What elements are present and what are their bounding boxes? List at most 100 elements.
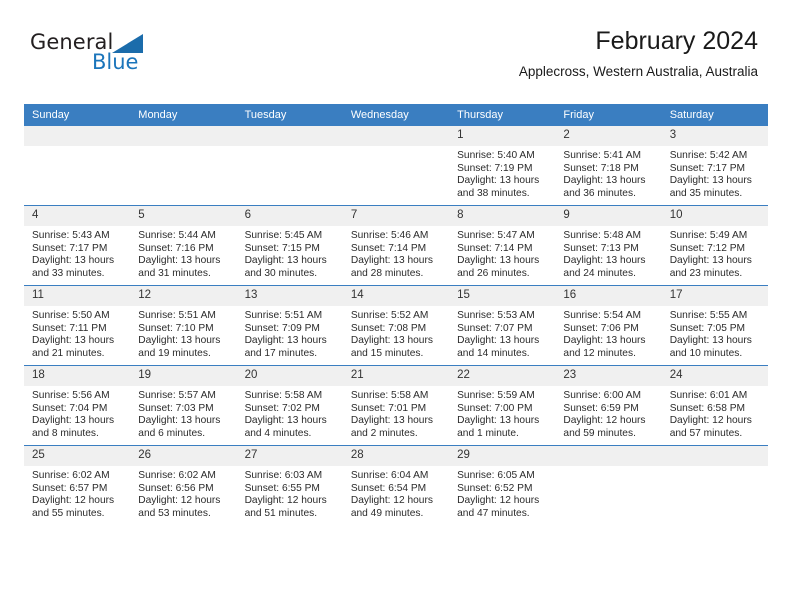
day-number (342, 126, 450, 146)
day-info-line: Daylight: 13 hours and 10 minutes. (669, 335, 752, 359)
calendar-day-cell[interactable]: 21 Sunrise: 5:58 AM Sunset: 7:01 PM Dayligh… (342, 365, 450, 446)
day-info-line: Sunrise: 5:56 AM (32, 390, 110, 401)
calendar-day-cell[interactable]: 7 Sunrise: 5:46 AM Sunset: 7:14 PM Daylight… (342, 205, 450, 286)
day-info-line: Sunrise: 5:50 AM (32, 310, 110, 321)
day-number: 23 (555, 366, 662, 386)
calendar-day-cell[interactable]: 20 Sunrise: 5:58 AM Sunset: 7:02 PM Dayligh… (236, 365, 343, 446)
general-blue-logo[interactable]: General Blue (30, 30, 210, 86)
calendar-day-cell[interactable]: 11 Sunrise: 5:50 AM Sunset: 7:11 PM Dayligh… (24, 285, 131, 366)
day-info-line: Daylight: 13 hours and 24 minutes. (563, 255, 646, 279)
title-block: February 2024 Applecross, Western Austra… (519, 26, 758, 80)
calendar-day-cell[interactable]: 17 Sunrise: 5:55 AM Sunset: 7:05 PM Dayligh… (661, 285, 768, 366)
calendar-week-row: 1 Sunrise: 5:40 AM Sunset: 7:19 PM Daylight… (24, 126, 768, 206)
day-number: 15 (449, 286, 556, 306)
calendar-day-cell[interactable]: 12 Sunrise: 5:51 AM Sunset: 7:10 PM Dayligh… (130, 285, 237, 366)
day-info-line: Daylight: 13 hours and 35 minutes. (669, 175, 752, 199)
calendar-day-cell[interactable]: 27 Sunrise: 6:03 AM Sunset: 6:55 PM Dayligh… (236, 445, 343, 525)
day-number: 9 (555, 206, 662, 226)
calendar-day-cell[interactable]: 22 Sunrise: 5:59 AM Sunset: 7:00 PM Dayligh… (449, 365, 556, 446)
calendar-day-cell[interactable]: 6 Sunrise: 5:45 AM Sunset: 7:15 PM Daylight… (236, 205, 343, 286)
day-info-line: Daylight: 12 hours and 47 minutes. (457, 495, 540, 519)
day-sun-info: Sunrise: 5:43 AM Sunset: 7:17 PM Daylight:… (24, 226, 130, 280)
day-number: 13 (236, 286, 343, 306)
calendar-day-cell[interactable]: 25 Sunrise: 6:02 AM Sunset: 6:57 PM Dayligh… (24, 445, 131, 525)
calendar-day-cell[interactable]: 3 Sunrise: 5:42 AM Sunset: 7:17 PM Daylight… (661, 126, 768, 206)
day-number (661, 446, 768, 466)
day-info-line: Sunset: 6:58 PM (669, 402, 746, 414)
day-sun-info (662, 466, 768, 470)
day-cell-inner: 11 Sunrise: 5:50 AM Sunset: 7:11 PM Dayligh… (24, 286, 131, 365)
calendar-day-cell[interactable]: 2 Sunrise: 5:41 AM Sunset: 7:18 PM Daylight… (555, 126, 662, 206)
day-info-line: Sunrise: 5:49 AM (669, 230, 748, 241)
day-info-line: Sunrise: 5:57 AM (138, 390, 216, 401)
day-info-line: Daylight: 13 hours and 21 minutes. (32, 335, 115, 359)
calendar-page: General Blue February 2024 Applecross, W… (0, 0, 792, 612)
day-cell-inner: 3 Sunrise: 5:42 AM Sunset: 7:17 PM Daylight… (661, 126, 768, 205)
day-cell-inner (130, 126, 237, 205)
day-number: 7 (342, 206, 450, 226)
calendar-day-cell[interactable]: 8 Sunrise: 5:47 AM Sunset: 7:14 PM Daylight… (449, 205, 556, 286)
calendar-day-cell[interactable]: 13 Sunrise: 5:51 AM Sunset: 7:09 PM Dayligh… (236, 285, 343, 366)
calendar-day-cell[interactable]: 9 Sunrise: 5:48 AM Sunset: 7:13 PM Daylight… (555, 205, 662, 286)
calendar-header-row: Sunday Monday Tuesday Wednesday Thursday… (24, 104, 768, 126)
day-number: 24 (661, 366, 768, 386)
day-info-line: Sunset: 6:56 PM (138, 482, 214, 494)
day-info-line: Daylight: 12 hours and 49 minutes. (350, 495, 433, 519)
day-number: 25 (24, 446, 131, 466)
day-sun-info: Sunrise: 5:41 AM Sunset: 7:18 PM Daylight:… (555, 146, 661, 200)
day-info-line: Sunset: 6:59 PM (563, 402, 639, 414)
logo-text-blue: Blue (92, 50, 139, 74)
day-cell-inner (661, 446, 768, 525)
calendar-day-cell[interactable]: 24 Sunrise: 6:01 AM Sunset: 6:58 PM Dayligh… (661, 365, 768, 446)
day-sun-info: Sunrise: 5:58 AM Sunset: 7:01 PM Daylight:… (343, 386, 449, 440)
day-info-line: Sunset: 7:00 PM (457, 402, 533, 414)
calendar-day-cell[interactable]: 28 Sunrise: 6:04 AM Sunset: 6:54 PM Dayligh… (342, 445, 450, 525)
calendar-empty-cell (555, 445, 662, 525)
calendar-day-cell[interactable]: 5 Sunrise: 5:44 AM Sunset: 7:16 PM Daylight… (130, 205, 237, 286)
weekday-header-wednesday: Wednesday (342, 104, 450, 126)
calendar-day-cell[interactable]: 19 Sunrise: 5:57 AM Sunset: 7:03 PM Dayligh… (130, 365, 237, 446)
day-number: 12 (130, 286, 237, 306)
day-info-line: Sunrise: 5:44 AM (138, 230, 216, 241)
calendar-day-cell[interactable]: 29 Sunrise: 6:05 AM Sunset: 6:52 PM Dayligh… (449, 445, 556, 525)
calendar-empty-cell (24, 126, 131, 206)
day-info-line: Daylight: 13 hours and 1 minute. (457, 415, 540, 439)
day-info-line: Daylight: 13 hours and 19 minutes. (138, 335, 221, 359)
day-info-line: Sunset: 7:17 PM (669, 162, 746, 174)
calendar-day-cell[interactable]: 4 Sunrise: 5:43 AM Sunset: 7:17 PM Daylight… (24, 205, 131, 286)
calendar-day-cell[interactable]: 10 Sunrise: 5:49 AM Sunset: 7:12 PM Dayligh… (661, 205, 768, 286)
day-info-line: Sunrise: 6:00 AM (563, 390, 641, 401)
page-subtitle: Applecross, Western Australia, Australia (518, 64, 758, 79)
day-cell-inner: 8 Sunrise: 5:47 AM Sunset: 7:14 PM Daylight… (449, 206, 556, 285)
weekday-header-sunday: Sunday (24, 104, 131, 126)
day-info-line: Daylight: 12 hours and 59 minutes. (563, 415, 646, 439)
day-number (555, 446, 662, 466)
day-cell-inner: 21 Sunrise: 5:58 AM Sunset: 7:01 PM Dayligh… (342, 366, 450, 445)
day-cell-inner: 25 Sunrise: 6:02 AM Sunset: 6:57 PM Dayligh… (24, 446, 131, 525)
day-sun-info (343, 146, 449, 150)
calendar-week-row: 25 Sunrise: 6:02 AM Sunset: 6:57 PM Dayligh… (24, 445, 768, 525)
day-info-line: Sunset: 6:54 PM (350, 482, 427, 494)
day-number: 18 (24, 366, 131, 386)
day-cell-inner: 16 Sunrise: 5:54 AM Sunset: 7:06 PM Dayligh… (555, 286, 662, 365)
calendar-day-cell[interactable]: 23 Sunrise: 6:00 AM Sunset: 6:59 PM Dayligh… (555, 365, 662, 446)
day-info-line: Sunrise: 6:01 AM (669, 390, 748, 401)
day-info-line: Sunset: 7:09 PM (244, 322, 320, 334)
day-sun-info: Sunrise: 5:49 AM Sunset: 7:12 PM Daylight:… (662, 226, 768, 280)
day-info-line: Sunrise: 5:41 AM (563, 150, 641, 161)
day-info-line: Daylight: 13 hours and 26 minutes. (457, 255, 540, 279)
day-number: 19 (130, 366, 237, 386)
day-sun-info: Sunrise: 5:46 AM Sunset: 7:14 PM Daylight:… (343, 226, 449, 280)
calendar-day-cell[interactable]: 26 Sunrise: 6:02 AM Sunset: 6:56 PM Dayligh… (130, 445, 237, 525)
calendar-empty-cell (661, 445, 768, 525)
day-number: 26 (130, 446, 237, 466)
day-sun-info: Sunrise: 5:58 AM Sunset: 7:02 PM Daylight:… (237, 386, 343, 440)
calendar-day-cell[interactable]: 15 Sunrise: 5:53 AM Sunset: 7:07 PM Dayligh… (449, 285, 556, 366)
calendar-day-cell[interactable]: 16 Sunrise: 5:54 AM Sunset: 7:06 PM Dayligh… (555, 285, 662, 366)
calendar-day-cell[interactable]: 1 Sunrise: 5:40 AM Sunset: 7:19 PM Daylight… (449, 126, 556, 206)
calendar-day-cell[interactable]: 14 Sunrise: 5:52 AM Sunset: 7:08 PM Dayligh… (342, 285, 450, 366)
day-number: 28 (342, 446, 450, 466)
day-info-line: Daylight: 13 hours and 2 minutes. (350, 415, 433, 439)
day-info-line: Sunset: 7:13 PM (563, 242, 639, 254)
calendar-day-cell[interactable]: 18 Sunrise: 5:56 AM Sunset: 7:04 PM Dayligh… (24, 365, 131, 446)
